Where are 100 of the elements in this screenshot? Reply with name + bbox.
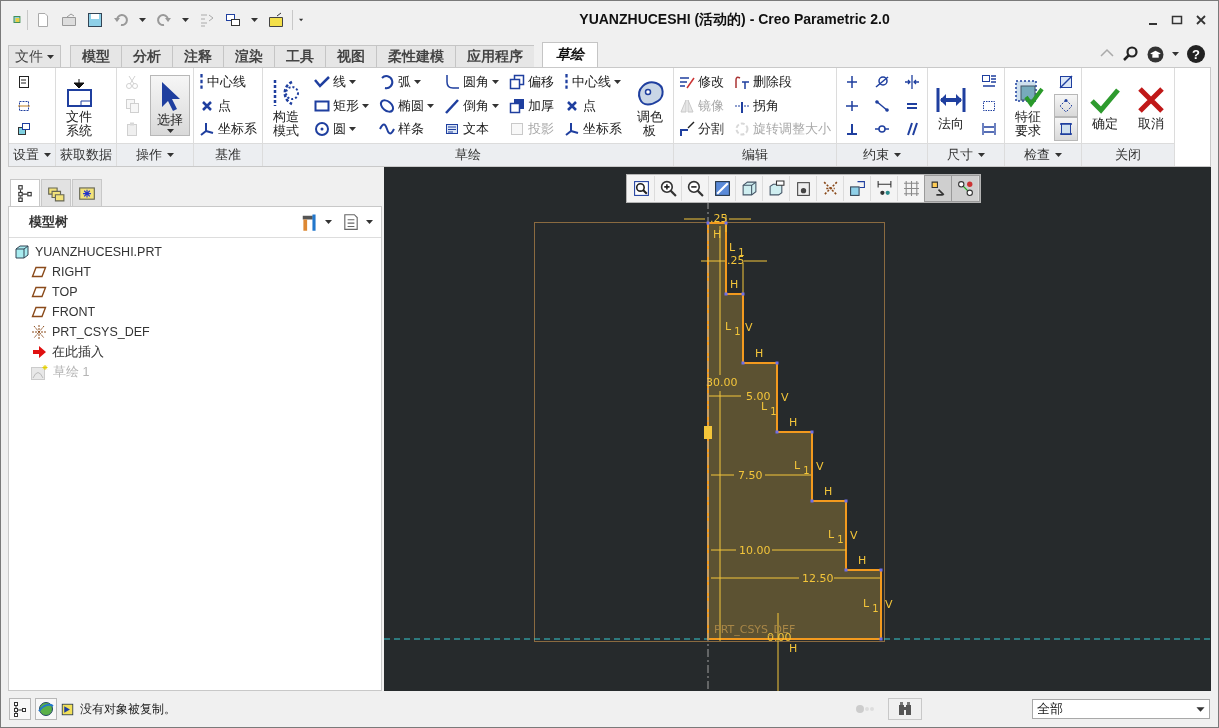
toolbar-button[interactable] [9, 698, 31, 720]
folder-icon[interactable] [268, 11, 285, 28]
caret-icon [362, 102, 369, 109]
help-button[interactable]: ? [1187, 45, 1205, 63]
ribbon-button[interactable]: 弧 [377, 70, 436, 94]
ribbon-button[interactable]: 文件系统 [59, 71, 99, 140]
status-message: 没有对象被复制。 [80, 700, 176, 718]
ribbon-tab[interactable]: 注释 [172, 45, 223, 67]
graduation-cap-icon[interactable] [1147, 45, 1164, 63]
ribbon-button[interactable]: 矩形 [312, 93, 371, 118]
tree-item[interactable]: TOP [31, 282, 381, 302]
group-menu-button[interactable]: 约束 [859, 146, 905, 164]
ribbon-button[interactable]: 删除段 [732, 70, 833, 94]
toolbar-button[interactable] [952, 176, 979, 201]
constraint-label: H [730, 279, 739, 291]
ellipse-icon [379, 97, 395, 114]
ribbon-button[interactable]: 确定 [1085, 78, 1125, 133]
vertex-display-icon [956, 180, 974, 197]
globe-icon [38, 701, 54, 717]
dimension-value[interactable]: 12.50 [802, 573, 834, 585]
tangent-icon [874, 73, 890, 90]
panel-tab[interactable] [72, 179, 102, 206]
ribbon-button[interactable]: 构造模式 [266, 71, 306, 140]
filter-dropdown[interactable]: 全部 [1032, 699, 1210, 719]
group-menu-button[interactable]: 设置 [9, 146, 55, 164]
caret-icon[interactable] [182, 16, 190, 23]
ribbon-tab[interactable]: 模型 [70, 45, 121, 67]
dimension-value[interactable]: 10.00 [739, 545, 771, 557]
search-icon[interactable] [1123, 46, 1139, 62]
ribbon-button[interactable]: 取消 [1131, 78, 1171, 133]
tree-item[interactable]: 在此插入 [31, 342, 381, 362]
caret-icon [44, 152, 51, 158]
tree-item[interactable]: RIGHT [31, 262, 381, 282]
ribbon-button[interactable]: 特征要求 [1008, 71, 1048, 140]
ribbon-button[interactable]: 选择 [150, 75, 190, 136]
ribbon-button[interactable]: 圆角 [442, 70, 501, 94]
ribbon-button[interactable]: 椭圆 [377, 93, 436, 118]
caret-icon [166, 127, 174, 134]
panel-tab[interactable] [10, 179, 40, 206]
ribbon-button[interactable]: 分割 [677, 117, 726, 141]
ribbon-button[interactable]: 文本 [442, 117, 501, 141]
line-icon [314, 73, 330, 90]
window-title: YUANZHUCESHI (活动的) - Creo Parametric 2.0 [578, 10, 891, 29]
caret-icon[interactable] [1172, 51, 1179, 57]
tree-item[interactable]: PRT_CSYS_DEF [31, 322, 381, 342]
ribbon-tab[interactable]: 文件 [8, 45, 61, 67]
dimension-value[interactable]: .25 [727, 255, 745, 267]
fillet-icon [444, 73, 460, 90]
zoom-in-icon [659, 180, 677, 197]
plane-icon [31, 284, 47, 300]
ribbon-button[interactable]: 点 [197, 93, 259, 118]
group-menu-button[interactable]: 操作 [132, 146, 178, 164]
search-button[interactable] [888, 698, 922, 720]
caret-icon[interactable] [139, 16, 147, 23]
caret-icon[interactable] [251, 16, 259, 23]
datum-display-icon [821, 180, 839, 197]
ribbon-tab[interactable]: 渲染 [223, 45, 274, 67]
panel-tab[interactable] [41, 179, 71, 206]
ribbon-button[interactable]: 坐标系 [562, 117, 624, 141]
ribbon-button[interactable]: 坐标系 [197, 117, 259, 141]
ribbon-button[interactable]: 修改 [677, 70, 726, 94]
ribbon-button[interactable]: 倒角 [442, 93, 501, 118]
dimension-value[interactable]: .25 [710, 213, 728, 225]
ribbon-button[interactable]: 加厚 [507, 93, 556, 118]
tree-item[interactable]: YUANZHUCESHI.PRT [14, 242, 381, 262]
ribbon-button[interactable]: 中心线 [197, 70, 259, 94]
vertex-point [810, 430, 814, 434]
group-menu-button[interactable]: 检查 [1020, 146, 1066, 164]
vertex-point [775, 361, 779, 365]
dimension-value[interactable]: 5.00 [746, 391, 771, 403]
ribbon-button[interactable]: 线 [312, 70, 371, 94]
ribbon-button[interactable]: 偏移 [507, 70, 556, 94]
axes-icon [564, 121, 580, 138]
ribbon-button[interactable]: 圆 [312, 117, 371, 141]
ribbon-tab[interactable]: 工具 [274, 45, 325, 67]
ribbon-button[interactable]: 点 [562, 93, 624, 118]
ribbon-button[interactable]: 调色板 [630, 71, 670, 140]
ribbon-button[interactable]: 样条 [377, 117, 436, 141]
close-icon[interactable] [1194, 12, 1208, 27]
ribbon-tab[interactable]: 视图 [325, 45, 376, 67]
constraint-label: H [789, 643, 798, 655]
ribbon-button[interactable]: 法向 [931, 78, 971, 133]
ribbon-tab[interactable]: 柔性建模 [376, 45, 455, 67]
thicken-icon [509, 97, 525, 114]
tree-item[interactable]: FRONT [31, 302, 381, 322]
constraint-label: H [858, 555, 867, 567]
toolbar-button[interactable] [35, 698, 57, 720]
ribbon-tab[interactable]: 分析 [121, 45, 172, 67]
group-menu-button[interactable]: 尺寸 [943, 146, 989, 164]
tool-button[interactable] [1054, 117, 1078, 141]
ribbon-button[interactable]: 拐角 [732, 93, 833, 118]
toolbar-button[interactable] [925, 176, 952, 201]
constraint-label: H [789, 417, 798, 429]
save-icon[interactable] [87, 11, 104, 28]
ribbon-tab[interactable]: 应用程序 [455, 45, 534, 67]
ribbon-button[interactable]: 中心线 [562, 70, 624, 94]
rotate-icon [734, 121, 750, 138]
ribbon-tab[interactable]: 草绘 [542, 42, 598, 67]
dimension-value[interactable]: 7.50 [738, 470, 763, 482]
windows-icon[interactable] [225, 11, 242, 28]
